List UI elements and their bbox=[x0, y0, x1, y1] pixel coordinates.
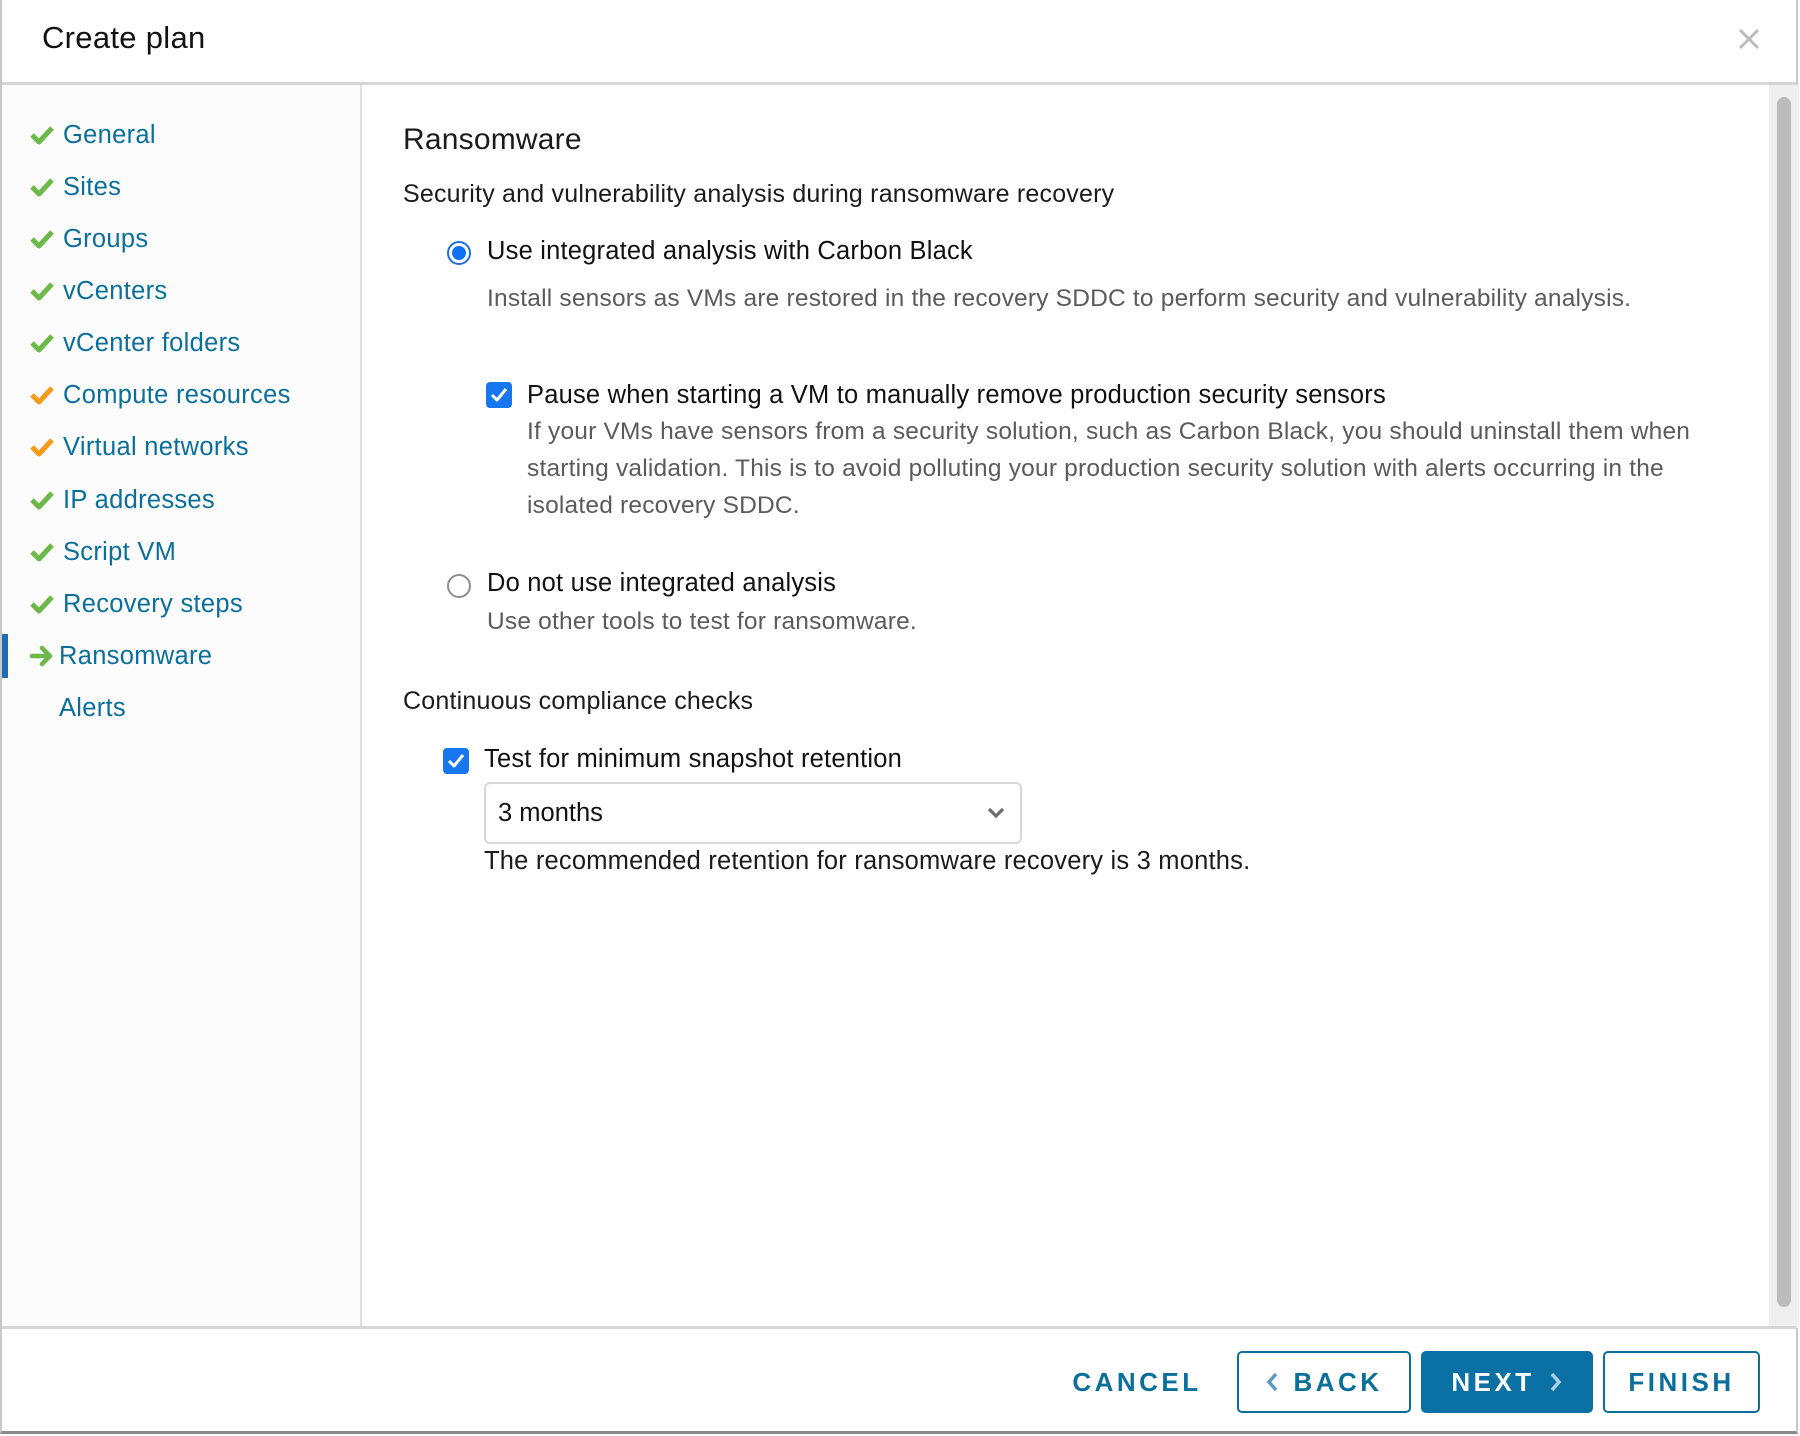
check-icon bbox=[30, 332, 54, 354]
nav-step-groups[interactable]: Groups bbox=[2, 217, 360, 261]
retention-recommendation-note: The recommended retention for ransomware… bbox=[484, 847, 1251, 875]
nav-step-label: Recovery steps bbox=[63, 589, 243, 618]
retention-period-value: 3 months bbox=[498, 799, 603, 827]
integrated-analysis-description: Install sensors as VMs are restored in t… bbox=[487, 285, 1632, 312]
radio-use-integrated-analysis-label[interactable]: Use integrated analysis with Carbon Blac… bbox=[487, 237, 973, 266]
nav-step-script-vm[interactable]: Script VM bbox=[2, 530, 360, 574]
back-button-label: BACK bbox=[1293, 1366, 1383, 1397]
nav-step-sites[interactable]: Sites bbox=[2, 165, 360, 209]
radio-no-integrated-analysis[interactable] bbox=[447, 574, 471, 598]
active-step-indicator bbox=[2, 634, 8, 678]
nav-step-vcenters[interactable]: vCenters bbox=[2, 269, 360, 313]
warning-check-icon bbox=[30, 384, 54, 406]
nav-step-label: vCenters bbox=[63, 276, 168, 305]
chevron-right-icon bbox=[1550, 1372, 1561, 1392]
check-icon bbox=[30, 541, 54, 563]
nav-step-label: Compute resources bbox=[63, 380, 291, 409]
close-button[interactable] bbox=[1732, 22, 1766, 56]
warning-check-icon bbox=[30, 436, 54, 458]
radio-use-integrated-analysis[interactable] bbox=[447, 241, 471, 265]
nav-step-virtual-networks[interactable]: Virtual networks bbox=[2, 425, 360, 469]
wizard-steps-nav: General Sites Groups vCenters vCenter fo… bbox=[2, 85, 362, 1328]
back-button[interactable]: BACK bbox=[1237, 1351, 1411, 1413]
nav-step-alerts[interactable]: Alerts bbox=[2, 686, 360, 730]
dialog-title: Create plan bbox=[42, 20, 206, 55]
nav-step-label: General bbox=[63, 120, 156, 149]
scrollbar-thumb[interactable] bbox=[1777, 97, 1791, 1307]
next-button[interactable]: NEXT bbox=[1421, 1351, 1593, 1413]
finish-button-label: FINISH bbox=[1628, 1366, 1735, 1397]
dialog-header: Create plan bbox=[2, 0, 1796, 85]
nav-step-label: vCenter folders bbox=[63, 328, 241, 357]
nav-step-label: Groups bbox=[63, 224, 149, 253]
nav-step-ip-addresses[interactable]: IP addresses bbox=[2, 478, 360, 522]
nav-step-recovery-steps[interactable]: Recovery steps bbox=[2, 582, 360, 626]
chevron-left-icon bbox=[1267, 1372, 1278, 1392]
step-content: Ransomware Security and vulnerability an… bbox=[362, 85, 1768, 1328]
cancel-button-label: CANCEL bbox=[1072, 1366, 1202, 1397]
nav-step-vcenter-folders[interactable]: vCenter folders bbox=[2, 321, 360, 365]
retention-period-select[interactable]: 3 months bbox=[484, 782, 1022, 844]
check-icon bbox=[30, 593, 54, 615]
chevron-down-icon bbox=[987, 807, 1005, 819]
pause-vm-checkbox[interactable] bbox=[486, 382, 512, 408]
pause-vm-checkbox-label[interactable]: Pause when starting a VM to manually rem… bbox=[527, 381, 1386, 410]
nav-step-label: Script VM bbox=[63, 537, 177, 566]
nav-step-label: Ransomware bbox=[59, 641, 213, 670]
snapshot-retention-checkbox[interactable] bbox=[443, 748, 469, 774]
nav-step-label: Alerts bbox=[59, 693, 126, 722]
arrow-right-icon bbox=[29, 645, 54, 667]
nav-step-compute-resources[interactable]: Compute resources bbox=[2, 373, 360, 417]
compliance-section-title: Continuous compliance checks bbox=[403, 687, 754, 715]
radio-no-integrated-analysis-label[interactable]: Do not use integrated analysis bbox=[487, 569, 836, 598]
close-icon bbox=[1738, 28, 1760, 50]
pause-vm-description: If your VMs have sensors from a security… bbox=[527, 418, 1691, 519]
cancel-button[interactable]: CANCEL bbox=[1062, 1351, 1212, 1413]
snapshot-retention-checkbox-label[interactable]: Test for minimum snapshot retention bbox=[484, 745, 902, 774]
nav-step-label: IP addresses bbox=[63, 485, 215, 514]
nav-step-label: Sites bbox=[63, 172, 122, 201]
nav-step-label: Virtual networks bbox=[63, 432, 249, 461]
next-button-label: NEXT bbox=[1451, 1366, 1535, 1397]
check-icon bbox=[30, 228, 54, 250]
step-heading: Ransomware bbox=[403, 123, 582, 156]
finish-button[interactable]: FINISH bbox=[1603, 1351, 1760, 1413]
check-icon bbox=[30, 489, 54, 511]
checkmark-icon bbox=[490, 388, 508, 402]
check-icon bbox=[30, 124, 54, 146]
no-integrated-analysis-description: Use other tools to test for ransomware. bbox=[487, 608, 917, 635]
create-plan-dialog: Create plan General Sites Groups vCenter… bbox=[0, 0, 1799, 1434]
dialog-footer: CANCEL BACK NEXT FINISH bbox=[2, 1326, 1796, 1431]
checkmark-icon bbox=[447, 754, 465, 768]
check-icon bbox=[30, 176, 54, 198]
nav-step-ransomware[interactable]: Ransomware bbox=[2, 634, 360, 678]
analysis-section-title: Security and vulnerability analysis duri… bbox=[403, 180, 1115, 208]
nav-step-general[interactable]: General bbox=[2, 113, 360, 157]
content-scrollbar[interactable] bbox=[1769, 85, 1799, 1328]
check-icon bbox=[30, 280, 54, 302]
